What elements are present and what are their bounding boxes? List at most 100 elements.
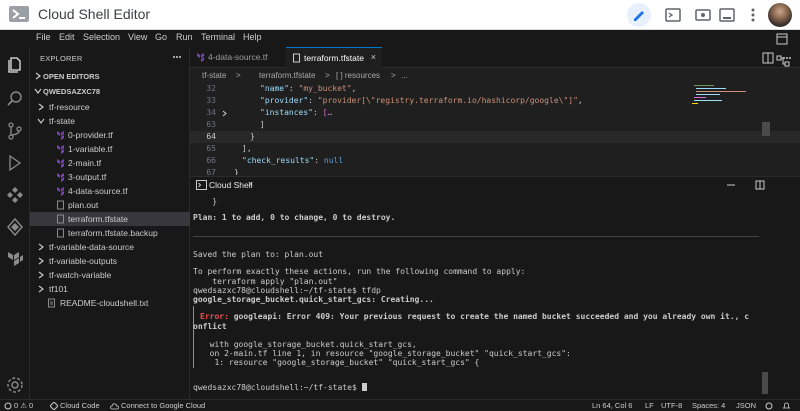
breadcrumb-sep: > [391, 71, 396, 80]
minimize-panel-icon[interactable] [726, 180, 736, 190]
indent-status[interactable]: Spaces: 4 [692, 401, 725, 410]
terminal-line: on 2-main.tf line 1, in resource "google… [200, 349, 571, 358]
code-text: "provider": "provider[\"registry.terrafo… [260, 96, 583, 105]
terminal-line: onflict [193, 322, 227, 331]
tab-terraform-tfstate[interactable]: terraform.tfstate × [286, 47, 382, 68]
cloud-code-icon [50, 402, 58, 410]
tree-file-0-provider[interactable]: 0-provider.tf [30, 128, 190, 142]
extensions-icon[interactable] [5, 185, 25, 205]
chevron-right-icon [35, 72, 41, 80]
problems-count[interactable]: 0 ⚠ 0 [14, 401, 33, 410]
tree-file-readme[interactable]: README-cloudshell.txt [30, 296, 190, 310]
preview-icon[interactable] [694, 6, 712, 24]
tree-folder-tf-resource[interactable]: tf-resource [30, 100, 190, 114]
chevron-right-icon [38, 103, 44, 111]
cursor-position[interactable]: Ln 64, Col 6 [592, 401, 632, 410]
close-tab-icon[interactable]: × [371, 52, 376, 62]
breadcrumb-symbol[interactable]: [ ] resources [336, 71, 380, 80]
editor-tabs: 4-data-source.tf terraform.tfstate × [190, 47, 800, 68]
menu-selection[interactable]: Selection [83, 32, 120, 42]
notifications-bell-icon[interactable] [782, 402, 791, 410]
terminal[interactable]: } Plan: 1 to add, 0 to change, 0 to dest… [190, 193, 800, 399]
menu-view[interactable]: View [128, 32, 147, 42]
code-text: } [234, 168, 239, 175]
terminal-cursor [361, 383, 367, 391]
menu-run[interactable]: Run [176, 32, 193, 42]
tree-label: tf-variable-data-source [49, 242, 135, 252]
tree-folder-tf-variable-outputs[interactable]: tf-variable-outputs [30, 254, 190, 268]
breadcrumb-sep: > [325, 71, 330, 80]
terminal-panel-header: Cloud Shell × [190, 176, 800, 193]
tree-folder-tf101[interactable]: tf101 [30, 282, 190, 296]
eol-status[interactable]: LF [645, 401, 654, 410]
settings-gear-icon[interactable] [5, 375, 25, 395]
terminal-icon[interactable] [664, 6, 682, 24]
line-number: 33 [206, 96, 216, 105]
code-text: "instances": [… [260, 108, 333, 117]
cloud-code-status[interactable]: Cloud Code [60, 401, 100, 410]
activity-bar [0, 47, 30, 399]
fold-chevron-icon[interactable] [222, 110, 228, 117]
menu-terminal[interactable]: Terminal [201, 32, 235, 42]
terminal-line: terraform apply "plan.out" [193, 277, 338, 286]
code-line: 65 ], [190, 143, 800, 155]
encoding-status[interactable]: UTF-8 [661, 401, 682, 410]
tree-file-3-output[interactable]: 3-output.tf [30, 170, 190, 184]
tree-file-4-data-source[interactable]: 4-data-source.tf [30, 184, 190, 198]
explorer-files-icon[interactable] [5, 55, 25, 75]
edit-pencil-icon[interactable] [627, 3, 651, 27]
line-number: 66 [206, 156, 216, 165]
file-icon [57, 214, 64, 224]
menu-file[interactable]: File [36, 32, 51, 42]
editor-scrollbar[interactable] [762, 122, 770, 136]
search-icon[interactable] [5, 89, 25, 109]
window-icon[interactable] [718, 6, 736, 24]
menu-help[interactable]: Help [243, 32, 262, 42]
more-vert-icon[interactable] [744, 6, 762, 24]
tree-file-1-variable[interactable]: 1-variable.tf [30, 142, 190, 156]
minimap[interactable] [692, 83, 762, 123]
maximize-panel-icon[interactable] [755, 180, 765, 190]
tree-label: terraform.tfstate.backup [68, 228, 158, 238]
tree-folder-tf-watch-variable[interactable]: tf-watch-variable [30, 268, 190, 282]
tab-4-data-source[interactable]: 4-data-source.tf [190, 47, 286, 68]
tree-file-2-main[interactable]: 2-main.tf [30, 156, 190, 170]
breadcrumb-folder[interactable]: tf-state [202, 71, 226, 80]
terminal-scrollbar[interactable] [762, 372, 768, 394]
tree-file-terraform-tfstate-backup[interactable]: terraform.tfstate.backup [30, 226, 190, 240]
more-actions-icon[interactable] [172, 54, 182, 60]
terraform-icon[interactable] [5, 249, 25, 269]
terminal-line: } [193, 197, 218, 206]
chevron-right-icon [38, 285, 44, 293]
tree-folder-tf-state[interactable]: tf-state [30, 114, 190, 128]
split-editor-icon[interactable] [740, 52, 800, 64]
connect-google-cloud[interactable]: Connect to Google Cloud [121, 401, 205, 410]
error-circle-icon[interactable] [4, 402, 12, 410]
tree-file-terraform-tfstate[interactable]: terraform.tfstate [30, 212, 190, 226]
tree-file-plan-out[interactable]: plan.out [30, 198, 190, 212]
workspace-section[interactable]: QWEDSAZXC78 [30, 85, 190, 99]
breadcrumb-file[interactable]: terraform.tfstate [259, 71, 315, 80]
open-editors-section[interactable]: OPEN EDITORS [30, 70, 190, 84]
tab-label: 4-data-source.tf [208, 52, 268, 62]
menu-go[interactable]: Go [155, 32, 167, 42]
layout-icon[interactable] [776, 33, 788, 45]
line-number: 67 [206, 168, 216, 175]
outline-icon[interactable] [776, 55, 790, 67]
explorer-sidebar: EXPLORER OPEN EDITORS QWEDSAZXC78 tf-res… [30, 47, 190, 399]
language-mode[interactable]: JSON [736, 401, 756, 410]
source-control-icon[interactable] [5, 121, 25, 141]
menu-edit[interactable]: Edit [59, 32, 75, 42]
code-line-current: 64 } [190, 131, 800, 143]
tree-folder-tf-variable-data-source[interactable]: tf-variable-data-source [30, 240, 190, 254]
cloud-code-icon[interactable] [5, 217, 25, 237]
user-avatar[interactable] [768, 3, 792, 27]
tab-cloud-shell[interactable]: Cloud Shell [209, 180, 252, 190]
feedback-icon[interactable] [765, 402, 773, 410]
close-terminal-icon[interactable]: × [248, 179, 253, 189]
tab-label: terraform.tfstate [304, 53, 364, 63]
run-debug-icon[interactable] [5, 153, 25, 173]
code-text: ], [242, 144, 252, 153]
breadcrumb-more[interactable]: ... [401, 71, 408, 80]
error-bar [193, 306, 194, 368]
